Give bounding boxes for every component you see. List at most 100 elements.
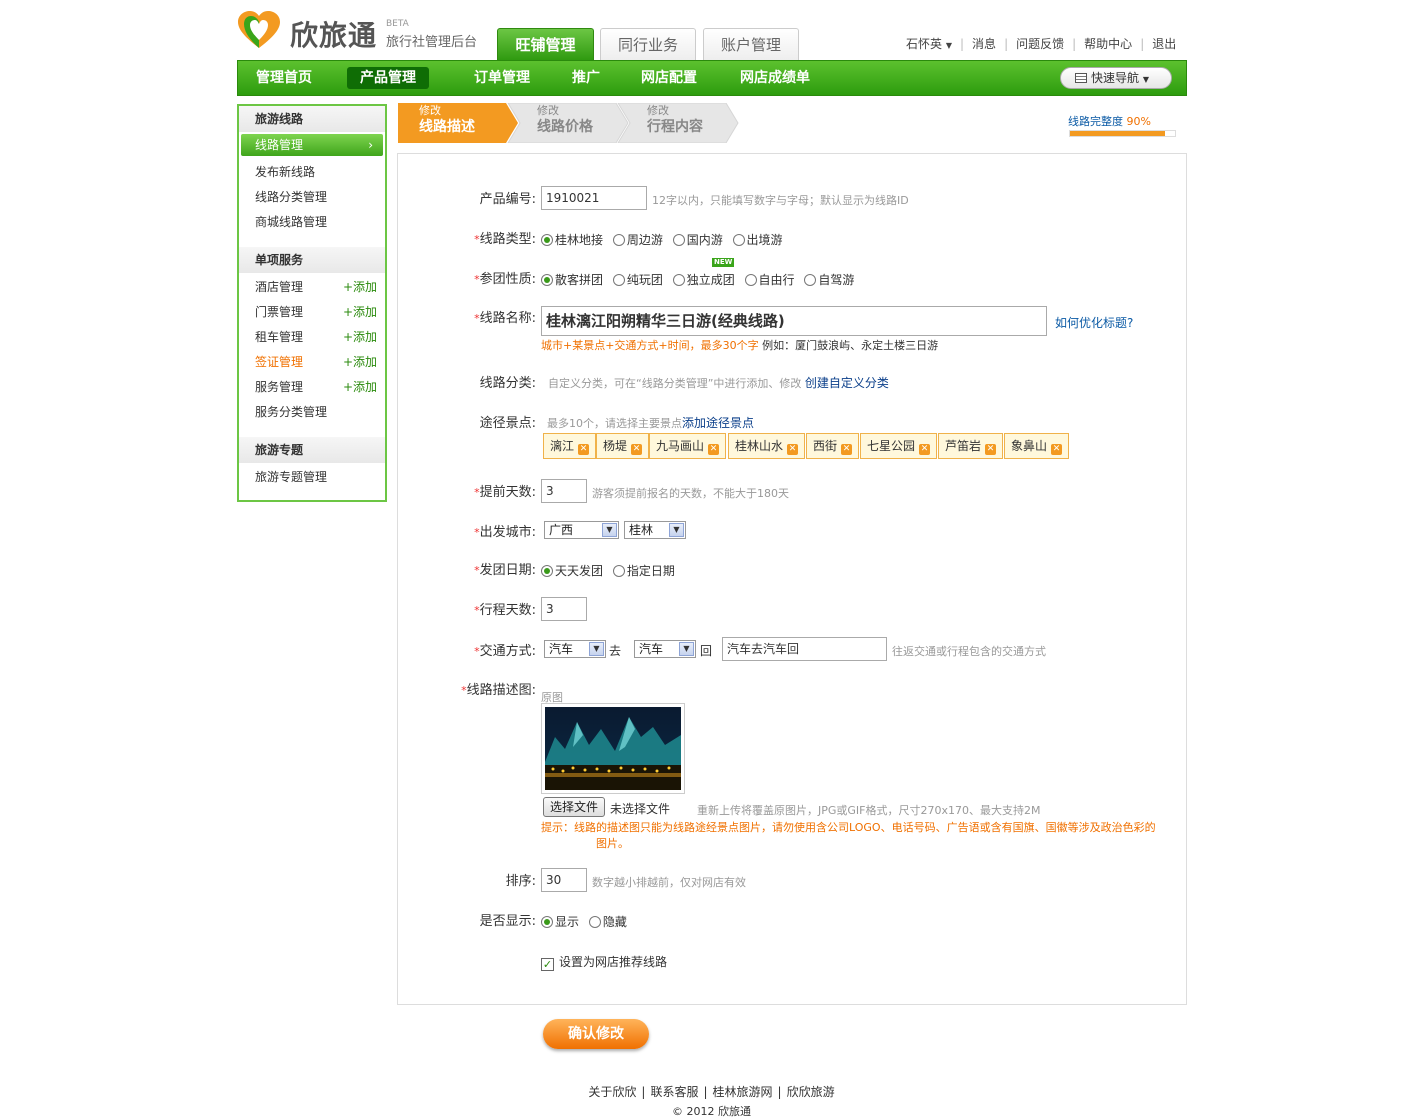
choose-file-button[interactable]: 选择文件 xyxy=(543,797,605,817)
trip-days-input[interactable]: 3 xyxy=(541,597,587,621)
add-service-link[interactable]: +添加 xyxy=(343,378,377,395)
add-hotel-link[interactable]: +添加 xyxy=(343,278,377,295)
remove-icon[interactable]: ✕ xyxy=(1051,444,1063,455)
radio-option[interactable]: 出境游 xyxy=(732,233,783,247)
radio-option[interactable]: 天天发团 xyxy=(541,564,603,578)
spots-hint: 最多10个，请选择主要景点添加途径景点 xyxy=(547,414,754,431)
remove-icon[interactable]: ✕ xyxy=(708,444,720,455)
radio-option[interactable]: 国内游 xyxy=(672,233,723,247)
chevron-right-icon: › xyxy=(368,138,373,152)
nav-promotion[interactable]: 推广 xyxy=(572,61,600,95)
radio-label: 国内游 xyxy=(686,233,723,247)
sidebar-section-routes: 旅游线路 xyxy=(239,106,385,132)
sidebar-item-publish-route[interactable]: 发布新线路 xyxy=(255,163,315,180)
radio-label: 显示 xyxy=(555,915,580,929)
remove-icon[interactable]: ✕ xyxy=(787,444,799,455)
sidebar-item-label: 线路管理 xyxy=(255,138,304,152)
sidebar-item-topic-management[interactable]: 旅游专题管理 xyxy=(255,468,327,485)
transport-back-select[interactable]: 汽车 ▼ xyxy=(634,640,696,658)
create-category-link[interactable]: 创建自定义分类 xyxy=(805,376,889,390)
province-value: 广西 xyxy=(549,523,574,537)
radio-option[interactable]: 自驾游 xyxy=(804,273,854,287)
step-itinerary[interactable]: 修改 行程内容 xyxy=(647,103,703,143)
province-select[interactable]: 广西 ▼ xyxy=(544,521,619,539)
add-spot-link[interactable]: 添加途径景点 xyxy=(682,416,754,430)
sidebar-item-mall-routes[interactable]: 商城线路管理 xyxy=(255,213,327,230)
radio-option[interactable]: 桂林地接 xyxy=(541,233,603,247)
radio-label: 隐藏 xyxy=(602,915,627,929)
main-nav: 管理首页 产品管理 订单管理 推广 网店配置 网店成绩单 快速导航 ▼ xyxy=(237,60,1187,96)
radio-label: 桂林地接 xyxy=(555,233,604,247)
feedback-link[interactable]: 问题反馈 xyxy=(1008,35,1072,52)
footer-link-support[interactable]: 联系客服 xyxy=(645,1085,703,1099)
step-top-label: 修改 xyxy=(647,104,669,117)
sidebar-item-service[interactable]: 服务管理 xyxy=(255,378,303,395)
confirm-button[interactable]: 确认修改 xyxy=(543,1019,649,1049)
radio-option[interactable]: 自由行 xyxy=(744,273,795,287)
step-top-label: 修改 xyxy=(419,104,441,117)
sidebar-item-route-category[interactable]: 线路分类管理 xyxy=(255,188,327,205)
sidebar-item-car[interactable]: 租车管理 xyxy=(255,328,303,345)
city-select[interactable]: 桂林 ▼ xyxy=(624,521,686,539)
sidebar-item-service-category[interactable]: 服务分类管理 xyxy=(255,403,327,420)
add-ticket-link[interactable]: +添加 xyxy=(343,303,377,320)
nav-home[interactable]: 管理首页 xyxy=(256,61,312,95)
radio-option[interactable]: 隐藏 xyxy=(588,915,627,929)
remove-icon[interactable]: ✕ xyxy=(841,444,853,455)
tab-peer-business[interactable]: 同行业务 xyxy=(600,28,696,60)
radio-label: 散客拼团 xyxy=(555,273,604,287)
group-type-label-text: 参团性质: xyxy=(479,272,536,287)
step-route-price[interactable]: 修改 线路价格 xyxy=(537,103,593,143)
nav-shop-config[interactable]: 网店配置 xyxy=(641,61,697,95)
tab-shop-management[interactable]: 旺铺管理 xyxy=(497,28,594,60)
transport-desc-input[interactable]: 汽车去汽车回 xyxy=(722,637,887,661)
radio-option[interactable]: 纯玩团 xyxy=(612,273,663,287)
nav-orders[interactable]: 订单管理 xyxy=(474,61,530,95)
help-link[interactable]: 帮助中心 xyxy=(1076,35,1140,52)
caret-down-icon: ▼ xyxy=(945,41,952,50)
quick-nav-button[interactable]: 快速导航 ▼ xyxy=(1060,67,1172,89)
radio-button xyxy=(541,234,553,246)
logout-link[interactable]: 退出 xyxy=(1144,35,1184,52)
radio-option[interactable]: 独立成团 xyxy=(672,273,735,287)
spot-tag: 九马画山 ✕ xyxy=(649,433,727,459)
sidebar-item-visa[interactable]: 签证管理 xyxy=(255,353,303,370)
add-visa-link[interactable]: +添加 xyxy=(343,353,377,370)
nav-products[interactable]: 产品管理 xyxy=(347,67,429,89)
advance-days-input[interactable]: 3 xyxy=(541,479,587,503)
remove-icon[interactable]: ✕ xyxy=(578,444,590,455)
radio-option[interactable]: 散客拼团 xyxy=(541,273,603,287)
step-route-description[interactable]: 修改 线路描述 xyxy=(419,103,475,143)
sort-input[interactable]: 30 xyxy=(541,868,587,892)
recommend-checkbox-row[interactable]: ✓ 设置为网店推荐线路 xyxy=(541,953,667,971)
add-car-link[interactable]: +添加 xyxy=(343,328,377,345)
beta-label: BETA xyxy=(386,19,409,29)
footer-link-xinxin[interactable]: 欣欣旅游 xyxy=(782,1085,840,1099)
step-top-label: 修改 xyxy=(537,104,559,117)
radio-option[interactable]: 指定日期 xyxy=(612,564,675,578)
sidebar-item-ticket[interactable]: 门票管理 xyxy=(255,303,303,320)
footer-link-guilin[interactable]: 桂林旅游网 xyxy=(708,1085,778,1099)
tab-account[interactable]: 账户管理 xyxy=(703,28,799,60)
checkbox-checked-icon[interactable]: ✓ xyxy=(541,958,554,971)
sidebar-item-route-management[interactable]: 线路管理 › xyxy=(241,134,383,156)
remove-icon[interactable]: ✕ xyxy=(631,444,643,455)
route-name-input[interactable]: 桂林漓江阳朔精华三日游(经典线路) xyxy=(541,306,1047,336)
footer-link-about[interactable]: 关于欣欣 xyxy=(583,1085,641,1099)
transport-back-value: 汽车 xyxy=(639,642,664,656)
user-menu[interactable]: 石怀英 ▼ xyxy=(898,35,960,52)
optimize-title-link[interactable]: 如何优化标题? xyxy=(1055,314,1133,331)
transport-go-select[interactable]: 汽车 ▼ xyxy=(544,640,606,658)
remove-icon[interactable]: ✕ xyxy=(985,444,997,455)
radio-option[interactable]: 周边游 xyxy=(612,233,663,247)
group-type-radios: 散客拼团 纯玩团 独立成团 自由行 自驾游 xyxy=(541,271,860,288)
transport-label: *交通方式: xyxy=(440,640,536,659)
category-hint-text: 自定义分类，可在“线路分类管理”中进行添加、修改 xyxy=(548,377,802,390)
spot-tag: 杨堤 ✕ xyxy=(596,433,650,459)
remove-icon[interactable]: ✕ xyxy=(919,444,931,455)
nav-shop-report[interactable]: 网店成绩单 xyxy=(740,61,810,95)
messages-link[interactable]: 消息 xyxy=(964,35,1004,52)
radio-option[interactable]: 显示 xyxy=(541,915,579,929)
sidebar-item-hotel[interactable]: 酒店管理 xyxy=(255,278,303,295)
product-no-input[interactable]: 1910021 xyxy=(541,186,647,210)
